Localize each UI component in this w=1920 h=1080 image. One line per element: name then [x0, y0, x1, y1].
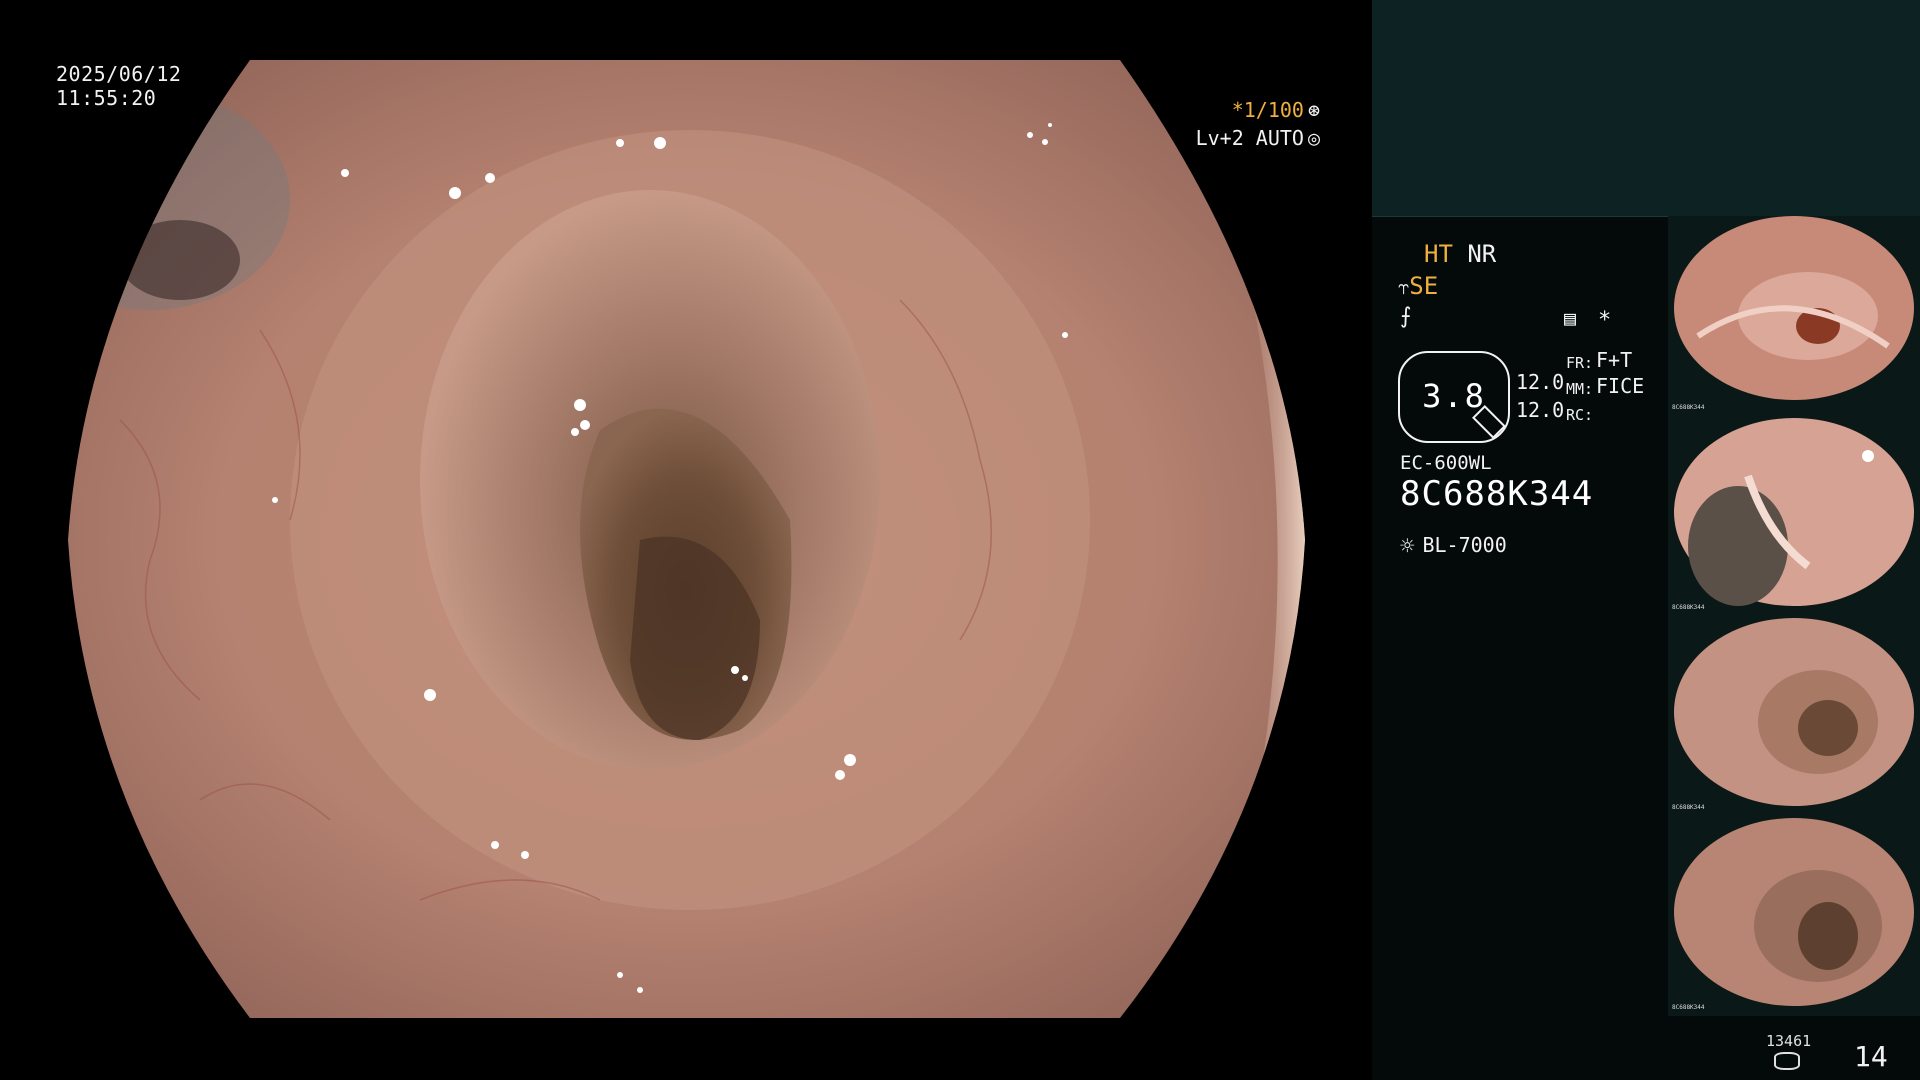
thumbnail-4-serial: 8C688K344 [1672, 1004, 1705, 1011]
se-mode: SE [1409, 272, 1439, 300]
rc-label: RC: [1566, 406, 1594, 424]
side-panel-header [1372, 0, 1920, 216]
disk-icon [1774, 1052, 1800, 1070]
aperture-icon: ⊛ [1307, 98, 1320, 122]
mm-value: FICE [1596, 374, 1645, 398]
thumbnail-4[interactable]: 8C688K344 [1668, 816, 1920, 1016]
thumbnail-2[interactable]: 8C688K344 [1668, 416, 1920, 616]
numeric-value-2: 12.0 [1516, 398, 1565, 422]
sun-icon: ☼ [1400, 532, 1415, 560]
mm-label: MM: [1566, 380, 1594, 398]
main-endoscope-view: 2025/06/12 11:55:20 *1/100 ⊛ Lv+2 AUTO ◎ [0, 0, 1372, 1080]
fr-label: FR: [1566, 354, 1594, 372]
fr-value: F+T [1596, 348, 1633, 372]
numeric-value-1: 12.0 [1516, 370, 1565, 394]
curve-icon: ⨍ [1400, 304, 1412, 329]
light-level-readout: Lv+2 AUTO ◎ [1010, 126, 1320, 150]
thumbnail-1[interactable]: 8C688K344 [1668, 216, 1920, 416]
zoom-indicator: 3.8 [1398, 351, 1510, 443]
ht-mode: HT [1424, 240, 1453, 268]
thumbnail-3-serial: 8C688K344 [1672, 804, 1705, 811]
image-count-big: 14 [1854, 1040, 1888, 1073]
shutter-speed-readout: *1/100 ⊛ [1010, 98, 1320, 122]
time-text: 11:55:20 [56, 86, 157, 110]
light-source-model: BL-7000 [1422, 533, 1507, 557]
thumbnail-3[interactable]: 8C688K344 [1668, 616, 1920, 816]
settings-menu-icon: ▤ [1564, 306, 1577, 330]
scope-tip-icon: ⥾ [1398, 275, 1410, 299]
star-marker: * [1598, 308, 1612, 333]
mode-row-ht-nr: HT NR [1424, 240, 1496, 268]
image-count-small: 13461 [1766, 1032, 1812, 1050]
scope-model: EC-600WL [1400, 452, 1492, 474]
light-source: ☼ BL-7000 [1400, 532, 1507, 560]
date-text: 2025/06/12 [56, 62, 182, 86]
scope-info-panel: HT NR ⥾SE ⨍ ▤ * 3.8 12.0 12.0 FR: F+T MM… [1372, 216, 1672, 1080]
iris-icon: ◎ [1307, 126, 1320, 150]
endoscopy-image [68, 60, 1305, 1018]
mode-row-se: ⥾SE [1398, 272, 1438, 300]
shutter-speed-value: *1/100 [1231, 98, 1304, 122]
nr-mode: NR [1467, 240, 1497, 268]
scope-serial: 8C688K344 [1400, 474, 1594, 514]
thumbnail-1-serial: 8C688K344 [1672, 404, 1705, 411]
light-level-value: Lv+2 AUTO [1195, 126, 1304, 150]
timestamp: 2025/06/12 11:55:20 [56, 62, 181, 110]
thumbnail-2-serial: 8C688K344 [1672, 604, 1705, 611]
zoom-value: 3.8 [1422, 377, 1486, 415]
